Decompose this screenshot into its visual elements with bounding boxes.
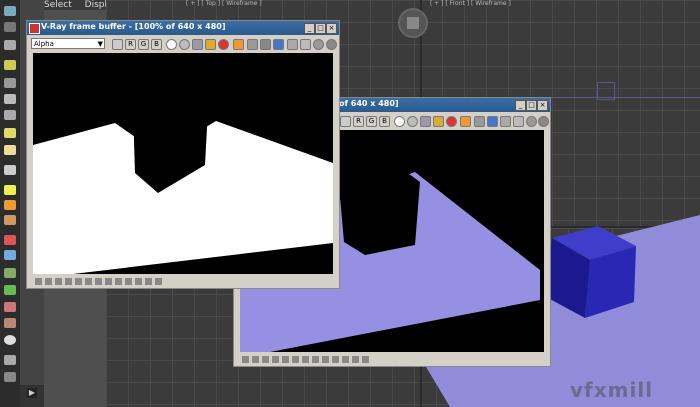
minimize-button[interactable]: _ <box>304 23 315 34</box>
channel-select-value: Alpha <box>34 40 54 48</box>
display-icon[interactable] <box>538 116 549 127</box>
status-icon-j[interactable] <box>125 278 132 285</box>
red-channel-button[interactable]: R <box>125 39 136 50</box>
maximize-button[interactable]: □ <box>315 23 326 34</box>
status-icon-m[interactable] <box>155 278 162 285</box>
load-icon[interactable] <box>433 116 444 127</box>
title-bar[interactable]: V-Ray frame buffer - [100% of 640 x 480]… <box>27 21 339 35</box>
region-icon[interactable] <box>474 116 485 127</box>
window-title: of 640 x 480] <box>339 99 399 108</box>
green-channel-button[interactable]: G <box>366 116 377 127</box>
close-button[interactable]: × <box>326 23 337 34</box>
status-icon-k[interactable] <box>342 356 349 363</box>
alpha-render <box>33 93 333 274</box>
mono-icon[interactable] <box>407 116 418 127</box>
lens-effects-icon[interactable] <box>500 116 511 127</box>
clone-icon[interactable] <box>260 39 271 50</box>
blue-channel-button[interactable]: B <box>151 39 162 50</box>
status-icon-f[interactable] <box>85 278 92 285</box>
maximize-button[interactable]: □ <box>526 100 537 111</box>
frame-buffer-toolbar: Alpha ▼ R G B <box>29 37 337 51</box>
status-icon-c[interactable] <box>55 278 62 285</box>
status-icon-g[interactable] <box>95 278 102 285</box>
save-image-icon[interactable] <box>420 116 431 127</box>
link-icon[interactable] <box>273 39 284 50</box>
status-icon-d[interactable] <box>272 356 279 363</box>
status-icon-a[interactable] <box>242 356 249 363</box>
minimize-button[interactable]: _ <box>515 100 526 111</box>
green-channel-button[interactable]: G <box>138 39 149 50</box>
status-icon-a[interactable] <box>35 278 42 285</box>
frame-buffer-statusbar <box>236 355 548 365</box>
channel-select[interactable]: Alpha ▼ <box>31 38 105 49</box>
render-stop-icon[interactable] <box>446 116 457 127</box>
mono-icon[interactable] <box>179 39 190 50</box>
status-icon-e[interactable] <box>75 278 82 285</box>
display-icon[interactable] <box>326 39 337 50</box>
status-icon-h[interactable] <box>105 278 112 285</box>
status-icon-e[interactable] <box>282 356 289 363</box>
status-icon-f[interactable] <box>292 356 299 363</box>
status-icon-i[interactable] <box>322 356 329 363</box>
render-canvas[interactable] <box>33 53 333 274</box>
vray-frame-buffer-alpha[interactable]: V-Ray frame buffer - [100% of 640 x 480]… <box>26 20 340 289</box>
close-button[interactable]: × <box>537 100 548 111</box>
alpha-channel-icon[interactable] <box>394 116 405 127</box>
save-icon[interactable] <box>112 39 123 50</box>
save-icon[interactable] <box>340 116 351 127</box>
status-icon-h[interactable] <box>312 356 319 363</box>
status-icon-l[interactable] <box>352 356 359 363</box>
rgb-cube-shadow <box>338 160 420 255</box>
status-icon-d[interactable] <box>65 278 72 285</box>
color-corrections-icon[interactable] <box>513 116 524 127</box>
status-icon-c[interactable] <box>262 356 269 363</box>
chevron-down-icon: ▼ <box>97 40 103 48</box>
track-mouse-icon[interactable] <box>460 116 471 127</box>
status-icon-j[interactable] <box>332 356 339 363</box>
blue-channel-button[interactable]: B <box>379 116 390 127</box>
render-stop-icon[interactable] <box>218 39 229 50</box>
status-icon-b[interactable] <box>252 356 259 363</box>
status-icon-i[interactable] <box>115 278 122 285</box>
history-icon[interactable] <box>526 116 537 127</box>
window-title: V-Ray frame buffer - [100% of 640 x 480] <box>41 22 226 31</box>
vray-logo-icon <box>29 23 40 34</box>
status-icon-g[interactable] <box>302 356 309 363</box>
status-icon-b[interactable] <box>45 278 52 285</box>
lens-effects-icon[interactable] <box>287 39 298 50</box>
region-icon[interactable] <box>247 39 258 50</box>
history-icon[interactable] <box>313 39 324 50</box>
frame-buffer-statusbar <box>29 277 337 287</box>
color-corrections-icon[interactable] <box>300 39 311 50</box>
watermark: vfxmill <box>570 378 654 402</box>
status-icon-k[interactable] <box>135 278 142 285</box>
save-image-icon[interactable] <box>192 39 203 50</box>
link-icon[interactable] <box>487 116 498 127</box>
alpha-channel-icon[interactable] <box>166 39 177 50</box>
status-icon-m[interactable] <box>362 356 369 363</box>
status-icon-l[interactable] <box>145 278 152 285</box>
track-mouse-icon[interactable] <box>233 39 244 50</box>
red-channel-button[interactable]: R <box>353 116 364 127</box>
load-icon[interactable] <box>205 39 216 50</box>
